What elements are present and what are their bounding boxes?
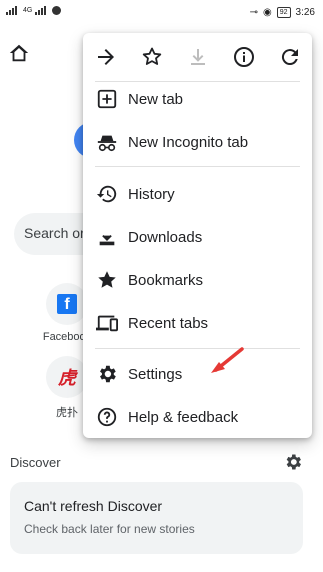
- menu-item-label: Downloads: [128, 228, 203, 246]
- home-icon[interactable]: [8, 42, 30, 64]
- hupu-icon: 虎: [46, 356, 88, 398]
- menu-item-label: Help & feedback: [128, 408, 239, 426]
- menu-item-history[interactable]: History: [83, 173, 312, 215]
- forward-arrow-icon[interactable]: [94, 45, 118, 69]
- battery-icon: 92: [276, 7, 291, 18]
- status-right: ⊸ ◉ 92 3:26: [250, 7, 315, 18]
- key-icon: ⊸: [249, 7, 258, 18]
- menu-item-recent-tabs[interactable]: Recent tabs: [83, 302, 312, 344]
- help-icon: [97, 407, 117, 427]
- menu-toolbar: [83, 33, 312, 81]
- menu-item-label: Recent tabs: [128, 314, 209, 332]
- signal-icon-2: [35, 6, 49, 15]
- eye-icon: ◉: [263, 7, 272, 18]
- network-type: 4G: [23, 7, 33, 14]
- download-icon: [99, 234, 115, 246]
- menu-item-label: Bookmarks: [128, 271, 204, 289]
- devices-icon: [96, 315, 118, 332]
- menu-item-settings[interactable]: Settings: [83, 353, 312, 395]
- discover-settings-gear-icon[interactable]: [283, 452, 303, 472]
- menu-divider: [95, 166, 300, 167]
- history-icon: [96, 185, 117, 203]
- facebook-icon: f: [46, 283, 88, 325]
- menu-item-help-feedback[interactable]: Help & feedback: [83, 396, 312, 438]
- clock: 3:26: [295, 7, 315, 18]
- discover-error-card: Can't refresh Discover Check back later …: [10, 482, 303, 554]
- card-subtitle: Check back later for new stories: [24, 522, 195, 536]
- menu-divider: [95, 348, 300, 349]
- card-title: Can't refresh Discover: [24, 498, 163, 514]
- search-placeholder: Search or: [24, 225, 85, 241]
- app-notification-icon: [52, 6, 62, 15]
- menu-item-bookmarks[interactable]: Bookmarks: [83, 259, 312, 301]
- page-info-icon[interactable]: [232, 45, 256, 69]
- menu-item-new-tab[interactable]: New tab: [83, 78, 312, 120]
- refresh-icon[interactable]: [278, 45, 302, 69]
- menu-item-label: History: [128, 185, 175, 203]
- new-tab-icon: [97, 89, 117, 109]
- menu-item-downloads[interactable]: Downloads: [83, 216, 312, 258]
- menu-item-label: New Incognito tab: [128, 133, 249, 151]
- signal-icon: [6, 6, 20, 15]
- menu-item-label: Settings: [128, 365, 183, 383]
- bookmark-star-icon[interactable]: [140, 45, 164, 69]
- gear-icon: [100, 365, 116, 383]
- overflow-menu: New tab New Incognito tab History Downlo…: [83, 33, 312, 438]
- menu-item-new-incognito-tab[interactable]: New Incognito tab: [83, 121, 312, 163]
- annotation-arrow-icon: [211, 347, 244, 373]
- download-page-icon[interactable]: [186, 45, 210, 69]
- star-icon: [98, 271, 116, 288]
- incognito-icon: [97, 135, 117, 152]
- status-bar: 4G ⊸ ◉ 92 3:26: [0, 0, 323, 26]
- menu-item-label: New tab: [128, 90, 184, 108]
- discover-heading: Discover: [10, 455, 61, 470]
- status-left: 4G: [6, 6, 62, 15]
